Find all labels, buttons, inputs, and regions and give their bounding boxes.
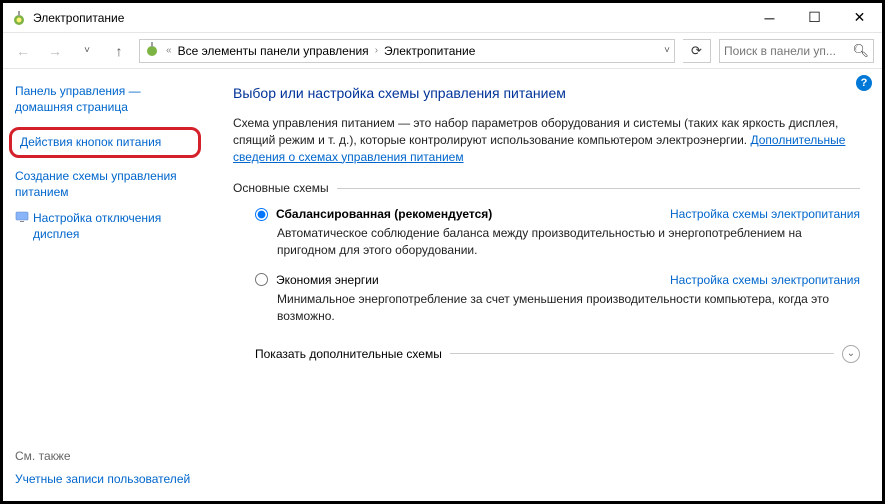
breadcrumb-parent[interactable]: Все элементы панели управления (178, 44, 369, 58)
plan-saver: Экономия энергии Настройка схемы электро… (255, 273, 860, 325)
search-icon[interactable]: 🔍︎ (852, 43, 869, 59)
forward-button[interactable]: → (43, 39, 67, 63)
address-dropdown[interactable]: ˅ (664, 45, 670, 56)
window-title: Электропитание (33, 11, 124, 25)
sidebar-create-plan-link[interactable]: Создание схемы управления питанием (15, 168, 201, 200)
titlebar: Электропитание ─ ☐ ✕ (3, 3, 882, 33)
address-bar[interactable]: « Все элементы панели управления › Элект… (139, 39, 675, 63)
sidebar: Панель управления — домашняя страница Де… (3, 69, 213, 501)
back-button[interactable]: ← (11, 39, 35, 63)
chevron-down-icon[interactable]: ⌄ (842, 345, 860, 363)
refresh-button[interactable]: ⟳ (683, 39, 711, 63)
monitor-icon (15, 210, 29, 224)
plan-balanced-radio[interactable] (255, 208, 268, 221)
expand-row[interactable]: Показать дополнительные схемы ⌄ (255, 345, 860, 363)
see-also-label: См. также (15, 449, 201, 463)
power-icon-small (144, 41, 160, 60)
minimize-button[interactable]: ─ (747, 3, 792, 33)
highlight-annotation: Действия кнопок питания (9, 127, 201, 157)
search-input[interactable] (724, 44, 848, 58)
page-heading: Выбор или настройка схемы управления пит… (233, 85, 860, 101)
help-icon[interactable]: ? (856, 75, 872, 91)
up-button[interactable]: ↑ (107, 39, 131, 63)
recent-dropdown[interactable]: ˅ (75, 39, 99, 63)
plan-saver-configure-link[interactable]: Настройка схемы электропитания (670, 273, 860, 287)
plan-balanced: Сбалансированная (рекомендуется) Настрой… (255, 207, 860, 259)
power-icon (11, 10, 27, 26)
expand-label: Показать дополнительные схемы (255, 347, 442, 361)
plan-saver-label[interactable]: Экономия энергии (276, 273, 379, 287)
main-panel: ? Выбор или настройка схемы управления п… (213, 69, 882, 501)
fieldset-legend: Основные схемы (233, 181, 337, 195)
sidebar-power-buttons-link[interactable]: Действия кнопок питания (20, 134, 190, 150)
plan-saver-radio[interactable] (255, 273, 268, 286)
chevron-left-icon: « (166, 45, 172, 56)
plan-balanced-desc: Автоматическое соблюдение баланса между … (277, 225, 860, 259)
sidebar-display-off-link[interactable]: Настройка отключения дисплея (33, 210, 201, 242)
close-button[interactable]: ✕ (837, 3, 882, 33)
chevron-right-icon: › (375, 45, 378, 56)
maximize-button[interactable]: ☐ (792, 3, 837, 33)
main-plans-fieldset: Основные схемы Сбалансированная (рекомен… (233, 181, 860, 338)
nav-toolbar: ← → ˅ ↑ « Все элементы панели управления… (3, 33, 882, 69)
search-box[interactable]: 🔍︎ (719, 39, 874, 63)
divider (450, 353, 834, 354)
breadcrumb-current[interactable]: Электропитание (384, 44, 475, 58)
plan-saver-desc: Минимальное энергопотребление за счет ум… (277, 291, 860, 325)
sidebar-accounts-link[interactable]: Учетные записи пользователей (15, 471, 201, 487)
sidebar-home-link[interactable]: Панель управления — домашняя страница (15, 83, 201, 115)
plan-balanced-label[interactable]: Сбалансированная (рекомендуется) (276, 207, 492, 221)
page-description: Схема управления питанием — это набор па… (233, 115, 860, 165)
plan-balanced-configure-link[interactable]: Настройка схемы электропитания (670, 207, 860, 221)
